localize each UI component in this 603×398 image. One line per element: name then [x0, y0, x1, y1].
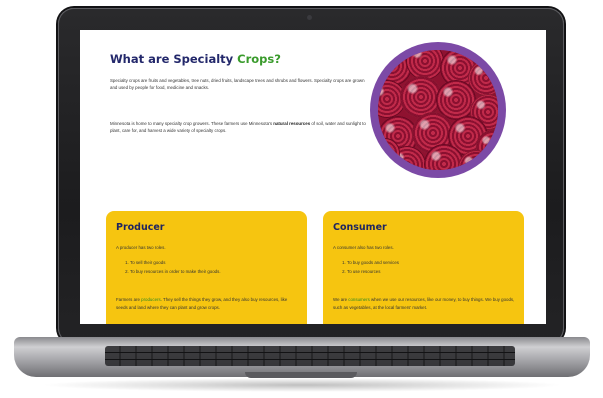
keyboard-row-divider: [105, 352, 515, 353]
keyboard-row-divider: [105, 359, 515, 360]
producer-roles-list: To sell their goods To buy resources in …: [118, 258, 221, 276]
raspberries-photo: [378, 50, 498, 170]
title-main: What are Specialty: [110, 52, 238, 66]
natural-resources-term: natural resources: [273, 121, 311, 126]
minnesota-paragraph: Minnesota is home to many specialty crop…: [110, 120, 372, 134]
intro-paragraph: Specialty crops are fruits and vegetable…: [110, 78, 365, 90]
webcam-icon: [307, 15, 312, 20]
producer-card: Producer A producer has two roles. To se…: [106, 211, 307, 324]
consumer-roles-list: To buy goods and services To use resourc…: [335, 258, 399, 276]
producer-intro: A producer has two roles.: [116, 245, 166, 250]
desc-text: We are: [333, 297, 349, 302]
page-title: What are Specialty Crops?: [110, 52, 281, 66]
consumer-card: Consumer A consumer also has two roles. …: [323, 211, 524, 324]
raspberries-image-frame: [370, 42, 506, 178]
paragraph-text: Minnesota is home to many specialty crop…: [110, 121, 274, 126]
consumer-description: We are consumers when we use our resourc…: [333, 296, 515, 312]
laptop-screen: What are Specialty Crops? Specialty crop…: [80, 30, 546, 324]
list-item: To buy resources in order to make their …: [130, 267, 221, 276]
title-highlight: Crops?: [237, 52, 281, 66]
consumers-link[interactable]: consumers: [348, 297, 369, 302]
consumer-heading: Consumer: [333, 222, 387, 233]
list-item: To sell their goods: [130, 258, 221, 267]
laptop-trackpad-lip: [245, 372, 357, 378]
list-item: To use resources: [347, 267, 399, 276]
laptop-keyboard: [105, 346, 515, 366]
producer-heading: Producer: [116, 222, 165, 233]
producers-link[interactable]: producers: [141, 297, 161, 302]
laptop-shadow: [40, 378, 564, 392]
list-item: To buy goods and services: [347, 258, 399, 267]
desc-text: Farmers are: [116, 297, 142, 302]
producer-description: Farmers are producers. They sell the thi…: [116, 296, 298, 312]
consumer-intro: A consumer also has two roles.: [333, 245, 394, 250]
